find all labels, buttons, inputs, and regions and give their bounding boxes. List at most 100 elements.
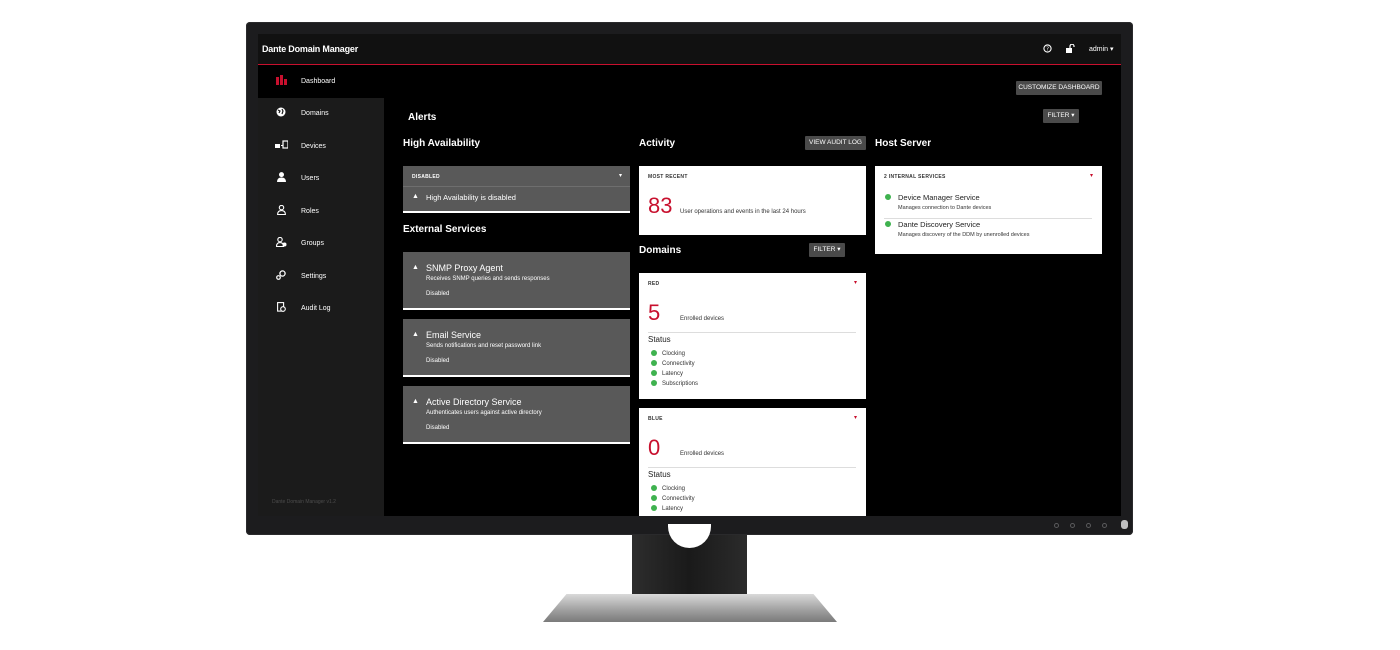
gear-icon <box>274 270 288 282</box>
domain-name: BLUE <box>648 416 663 422</box>
divider <box>403 186 630 187</box>
bar-chart-icon <box>274 75 288 87</box>
devices-icon <box>274 140 289 151</box>
host-server-title: Host Server <box>875 138 932 149</box>
audit-log-icon <box>274 302 288 314</box>
activity-title: Activity <box>639 138 676 149</box>
warning-icon: ▲ <box>412 193 419 200</box>
customize-dashboard-button[interactable]: CUSTOMIZE DASHBOARD <box>1016 81 1102 95</box>
chevron-down-icon[interactable]: ▾ <box>854 414 857 421</box>
high-availability-card[interactable]: DISABLED ▾ ▲ High Availability is disabl… <box>403 166 630 213</box>
monitor-buttons <box>1052 520 1127 532</box>
sidebar-item-label: Dashboard <box>301 78 336 85</box>
monitor-stand-base <box>543 594 837 622</box>
activity-description: User operations and events in the last 2… <box>680 209 806 215</box>
user-menu[interactable]: admin ▾ <box>1089 45 1114 53</box>
domains-title: Domains <box>639 245 682 256</box>
status-ok-icon <box>651 360 657 366</box>
status-ok-icon <box>651 370 657 376</box>
sidebar-item-audit-log[interactable]: Audit Log <box>258 293 384 325</box>
activity-count: 83 <box>648 193 673 218</box>
divider <box>884 218 1092 219</box>
sidebar-item-label: Devices <box>301 143 326 150</box>
chevron-down-icon[interactable]: ▾ <box>1090 172 1093 179</box>
alerts-filter-button[interactable]: FILTER ▾ <box>1043 109 1079 123</box>
sidebar-item-label: Settings <box>301 273 327 280</box>
screen: Dante Domain Manager ? admin ▾ Dashboard… <box>258 34 1121 516</box>
alerts-title: Alerts <box>408 112 437 123</box>
svg-text:?: ? <box>1046 47 1049 53</box>
external-service-card[interactable]: ▲ SNMP Proxy Agent Receives SNMP queries… <box>403 252 630 310</box>
enrolled-label: Enrolled devices <box>680 316 725 322</box>
external-services-title: External Services <box>403 224 487 235</box>
unlock-icon[interactable] <box>1065 43 1075 55</box>
sidebar-item-label: Groups <box>301 240 324 247</box>
monitor-button[interactable] <box>1086 523 1091 528</box>
internal-services-label: 2 INTERNAL SERVICES <box>884 174 946 180</box>
power-button[interactable] <box>1121 520 1128 529</box>
status-row: Subscriptions <box>651 380 698 387</box>
internal-services-card[interactable]: 2 INTERNAL SERVICES ▾ Device Manager Ser… <box>875 166 1102 254</box>
warning-icon: ▲ <box>412 264 419 271</box>
sidebar-item-domains[interactable]: Domains <box>258 98 384 130</box>
status-row: Clocking <box>651 485 685 492</box>
view-audit-log-button[interactable]: VIEW AUDIT LOG <box>805 136 866 150</box>
high-availability-title: High Availability <box>403 138 481 149</box>
status-row: Connectivity <box>651 495 695 502</box>
service-name: Email Service <box>426 330 482 340</box>
service-description: Manages discovery of the DDM by unenroll… <box>898 232 1030 238</box>
sidebar-item-label: Domains <box>301 110 329 117</box>
sidebar-item-users[interactable]: Users <box>258 163 384 195</box>
status-row: Clocking <box>651 350 685 357</box>
sidebar-item-settings[interactable]: Settings <box>258 261 384 293</box>
external-service-card[interactable]: ▲ Email Service Sends notifications and … <box>403 319 630 377</box>
service-name: Active Directory Service <box>426 397 522 407</box>
help-circle-icon[interactable]: ? <box>1043 44 1052 55</box>
external-service-card[interactable]: ▲ Active Directory Service Authenticates… <box>403 386 630 444</box>
status-title: Status <box>648 470 671 479</box>
activity-card-label: MOST RECENT <box>648 174 688 180</box>
domain-name: RED <box>648 281 660 287</box>
chevron-down-icon[interactable]: ▾ <box>619 172 622 179</box>
status-row: Latency <box>651 505 683 512</box>
role-icon <box>274 204 288 217</box>
status-ok-icon <box>885 194 891 200</box>
sidebar-item-label: Roles <box>301 208 319 215</box>
enrolled-label: Enrolled devices <box>680 451 725 457</box>
status-row: Connectivity <box>651 360 695 367</box>
monitor-button[interactable] <box>1054 523 1059 528</box>
status-ok-icon <box>651 495 657 501</box>
service-description: Manages connection to Dante devices <box>898 205 992 211</box>
domain-card-red[interactable]: RED ▾ 5 Enrolled devices Status Clocking… <box>639 273 866 399</box>
group-icon <box>274 236 288 249</box>
sidebar: Dashboard Domains Devices Users Roles Gr… <box>258 66 384 516</box>
status-ok-icon <box>885 221 891 227</box>
monitor-button[interactable] <box>1070 523 1075 528</box>
sidebar-item-label: Users <box>301 175 320 182</box>
service-status: Disabled <box>426 291 450 297</box>
monitor-button[interactable] <box>1102 523 1107 528</box>
sidebar-item-roles[interactable]: Roles <box>258 196 384 228</box>
sidebar-item-label: Audit Log <box>301 305 331 312</box>
service-description: Sends notifications and reset password l… <box>426 343 542 349</box>
service-status: Disabled <box>426 358 450 364</box>
sidebar-item-dashboard[interactable]: Dashboard <box>258 66 384 98</box>
status-title: Status <box>648 335 671 344</box>
divider <box>648 467 856 468</box>
status-row: Latency <box>651 370 683 377</box>
status-ok-icon <box>651 350 657 356</box>
divider <box>648 332 856 333</box>
activity-card[interactable]: MOST RECENT 83 User operations and event… <box>639 166 866 235</box>
globe-icon <box>274 107 288 119</box>
version-label: Dante Domain Manager v1.2 <box>272 499 336 505</box>
warning-icon: ▲ <box>412 398 419 405</box>
chevron-down-icon[interactable]: ▾ <box>854 279 857 286</box>
domain-card-blue[interactable]: BLUE ▾ 0 Enrolled devices Status Clockin… <box>639 408 866 516</box>
service-name: Device Manager Service <box>898 193 980 202</box>
top-bar: Dante Domain Manager ? admin ▾ <box>258 34 1121 65</box>
warning-icon: ▲ <box>412 331 419 338</box>
status-ok-icon <box>651 505 657 511</box>
sidebar-item-devices[interactable]: Devices <box>258 131 384 163</box>
sidebar-item-groups[interactable]: Groups <box>258 228 384 260</box>
domains-filter-button[interactable]: FILTER ▾ <box>809 243 845 257</box>
